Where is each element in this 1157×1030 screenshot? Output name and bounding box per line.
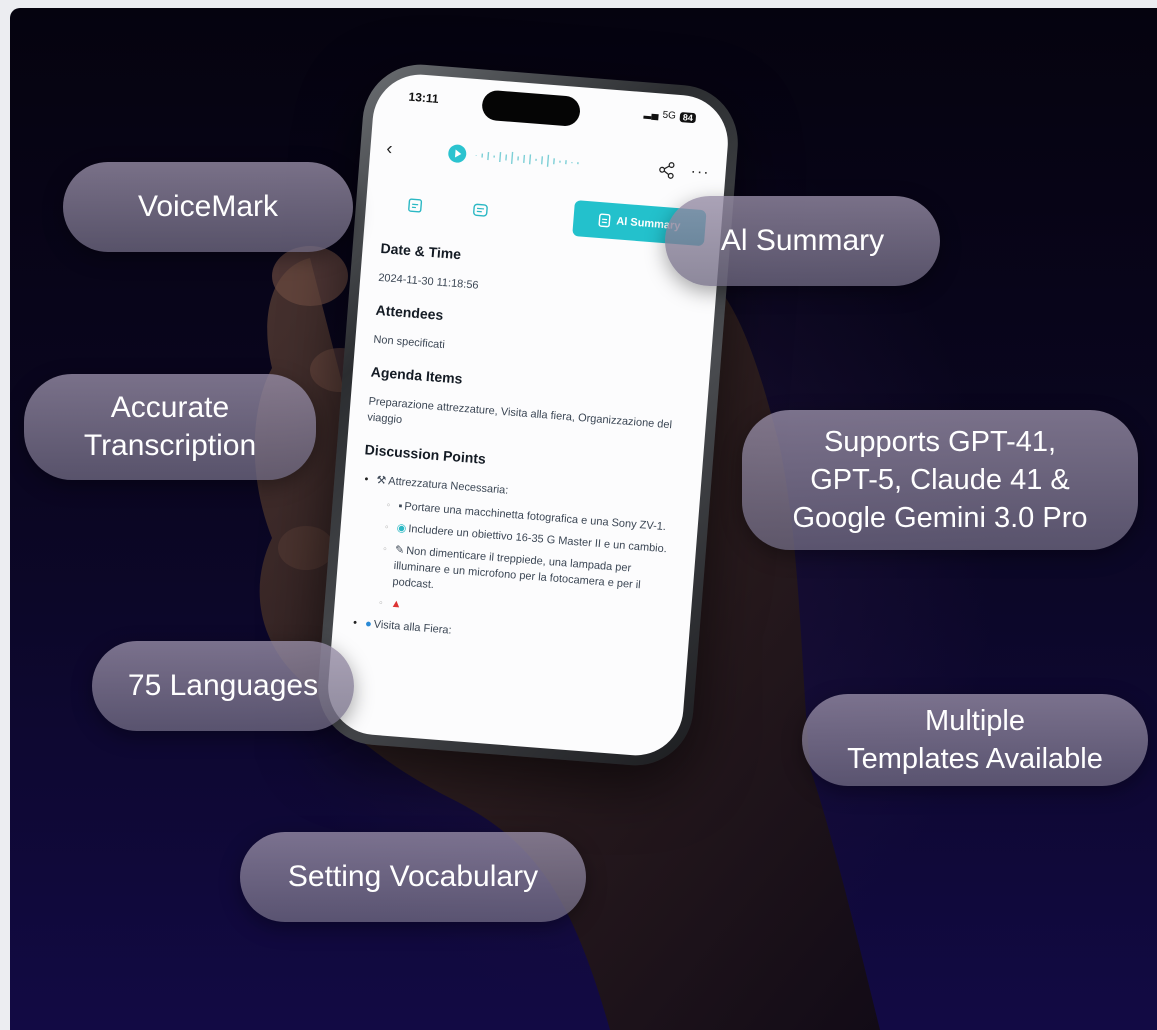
tools-icon: ⚒ bbox=[375, 474, 387, 488]
signal-icon: ▂▄ bbox=[643, 108, 660, 121]
feature-supports-line1: Supports GPT-41, bbox=[823, 426, 1057, 458]
feature-templates-line1: Multiple bbox=[925, 705, 1025, 737]
feature-pill-vocabulary: Setting Vocabulary bbox=[240, 832, 586, 922]
globe-icon: ● bbox=[364, 617, 373, 631]
feature-templates-line2: Templates Available bbox=[847, 743, 1103, 775]
hero-stage: 13:11 ▂▄ 5G 84 ‹ ··· Al Summary Date & T… bbox=[10, 8, 1157, 1030]
camera-icon: ▪ bbox=[397, 500, 403, 513]
summary-icon bbox=[598, 213, 611, 228]
document-icon bbox=[408, 198, 423, 213]
lens-icon: ◉ bbox=[396, 522, 407, 535]
feature-pill-languages: 75 Languages bbox=[92, 641, 354, 731]
feature-accurate-line2: Transcription bbox=[83, 429, 257, 462]
agenda-value: Preparazione attrezzature, Visita alla f… bbox=[366, 395, 673, 432]
tab-document[interactable] bbox=[381, 185, 450, 226]
transcript-icon bbox=[473, 203, 488, 217]
circus-icon: ▲ bbox=[390, 597, 403, 611]
play-icon[interactable] bbox=[447, 143, 467, 164]
battery-icon: 84 bbox=[679, 111, 697, 123]
waveform-icon[interactable] bbox=[474, 148, 595, 171]
feature-supports-line2: GPT-5, Claude 41 & bbox=[810, 464, 1070, 496]
phone-screen: 13:11 ▂▄ 5G 84 ‹ ··· Al Summary Date & T… bbox=[324, 71, 732, 759]
phone-frame: 13:11 ▂▄ 5G 84 ‹ ··· Al Summary Date & T… bbox=[313, 60, 743, 770]
feature-ai-summary-label: Al Summary bbox=[720, 224, 885, 257]
point1-text: Attrezzatura Necessaria: bbox=[387, 475, 509, 497]
feature-vocabulary-label: Setting Vocabulary bbox=[287, 860, 539, 893]
feature-pill-voicemark: VoiceMark bbox=[63, 162, 353, 252]
feature-languages-label: 75 Languages bbox=[127, 669, 319, 702]
point2-text: Visita alla Fiera: bbox=[373, 618, 453, 637]
player-toolbar: ‹ ··· bbox=[385, 134, 710, 187]
feature-voicemark-label: VoiceMark bbox=[137, 190, 279, 223]
feature-accurate-line1: Accurate bbox=[110, 391, 230, 424]
feature-pill-templates: Multiple Templates Available bbox=[802, 694, 1148, 786]
microphone-icon: ✎ bbox=[394, 543, 405, 557]
network-label: 5G bbox=[662, 109, 677, 122]
tab-transcript[interactable] bbox=[447, 190, 516, 231]
feature-pill-accurate-transcription: Accurate Transcription bbox=[24, 374, 316, 480]
view-tabs: Al Summary bbox=[381, 184, 707, 247]
share-icon[interactable] bbox=[656, 160, 677, 180]
feature-pill-models: Supports GPT-41, GPT-5, Claude 41 & Goog… bbox=[742, 410, 1138, 550]
back-icon[interactable]: ‹ bbox=[386, 138, 412, 161]
summary-content: Date & Time 2024-11-30 11:18:56 Attendee… bbox=[350, 240, 704, 664]
more-icon[interactable]: ··· bbox=[690, 163, 710, 182]
dynamic-island bbox=[481, 89, 582, 128]
feature-pill-ai-summary: Al Summary bbox=[665, 196, 940, 286]
feature-supports-line3: Google Gemini 3.0 Pro bbox=[792, 502, 1088, 534]
status-time: 13:11 bbox=[408, 89, 440, 106]
status-indicators: ▂▄ 5G 84 bbox=[643, 108, 697, 123]
